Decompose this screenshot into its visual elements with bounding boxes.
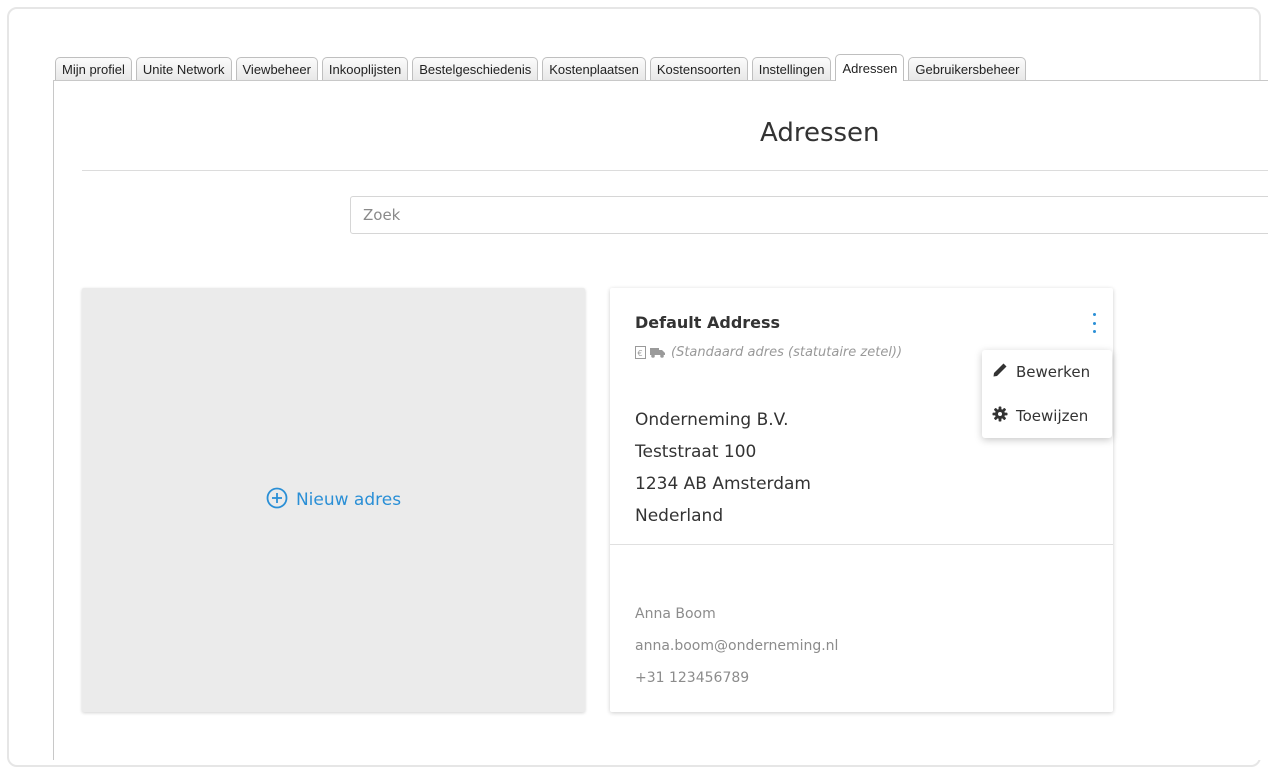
- gear-icon: [992, 406, 1016, 426]
- truck-icon: [650, 347, 665, 358]
- tab-adressen[interactable]: Adressen: [835, 54, 905, 81]
- invoice-icon: €: [635, 346, 646, 359]
- contact-name: Anna Boom: [635, 606, 716, 622]
- menu-item-bewerken[interactable]: Bewerken: [982, 350, 1112, 394]
- tab-instellingen[interactable]: Instellingen: [751, 57, 832, 81]
- contact-phone: +31 123456789: [635, 670, 750, 686]
- tab-gebruikersbeheer[interactable]: Gebruikersbeheer: [908, 57, 1027, 81]
- new-address-label: Nieuw adres: [295, 490, 402, 510]
- title-divider: [82, 170, 1268, 171]
- address-type-label: (Standaard adres (statutaire zetel)): [671, 345, 903, 360]
- menu-item-label: Toewijzen: [1016, 407, 1089, 425]
- contact-info: Anna Boom anna.boom@onderneming.nl +31 1…: [635, 598, 838, 694]
- context-menu: Bewerken Toewijzen: [982, 350, 1112, 438]
- card-divider: [610, 544, 1113, 545]
- address-name: Default Address: [635, 313, 781, 332]
- tab-inkooplijsten[interactable]: Inkooplijsten: [321, 57, 409, 81]
- page-title: Adressen: [760, 118, 880, 148]
- address-line: 1234 AB Amsterdam: [635, 474, 811, 494]
- address-line: Onderneming B.V.: [635, 410, 789, 430]
- svg-text:€: €: [638, 349, 643, 358]
- address-type: € (Standaard adres (statutaire zetel)): [635, 345, 902, 360]
- address-line: Teststraat 100: [635, 442, 757, 462]
- more-options-icon[interactable]: [1088, 313, 1100, 333]
- contact-email: anna.boom@onderneming.nl: [635, 638, 839, 654]
- menu-item-label: Bewerken: [1016, 363, 1091, 381]
- tab-kostenplaatsen[interactable]: Kostenplaatsen: [542, 57, 646, 81]
- address-lines: Onderneming B.V. Teststraat 100 1234 AB …: [635, 404, 811, 532]
- tab-viewbeheer[interactable]: Viewbeheer: [235, 57, 318, 81]
- tab-unite-network[interactable]: Unite Network: [135, 57, 232, 81]
- address-line: Nederland: [635, 506, 724, 526]
- pencil-icon: [992, 362, 1016, 382]
- menu-item-toewijzen[interactable]: Toewijzen: [982, 394, 1112, 438]
- tab-bar: Mijn profiel Unite Network Viewbeheer In…: [55, 54, 1030, 81]
- plus-circle-icon: [266, 487, 296, 514]
- new-address-card[interactable]: Nieuw adres: [82, 288, 585, 712]
- search-input[interactable]: [350, 196, 1268, 234]
- tab-mijn-profiel[interactable]: Mijn profiel: [55, 57, 132, 81]
- tab-kostensoorten[interactable]: Kostensoorten: [649, 57, 748, 81]
- tab-bestelgeschiedenis[interactable]: Bestelgeschiedenis: [412, 57, 539, 81]
- new-address-button[interactable]: Nieuw adres: [266, 487, 401, 514]
